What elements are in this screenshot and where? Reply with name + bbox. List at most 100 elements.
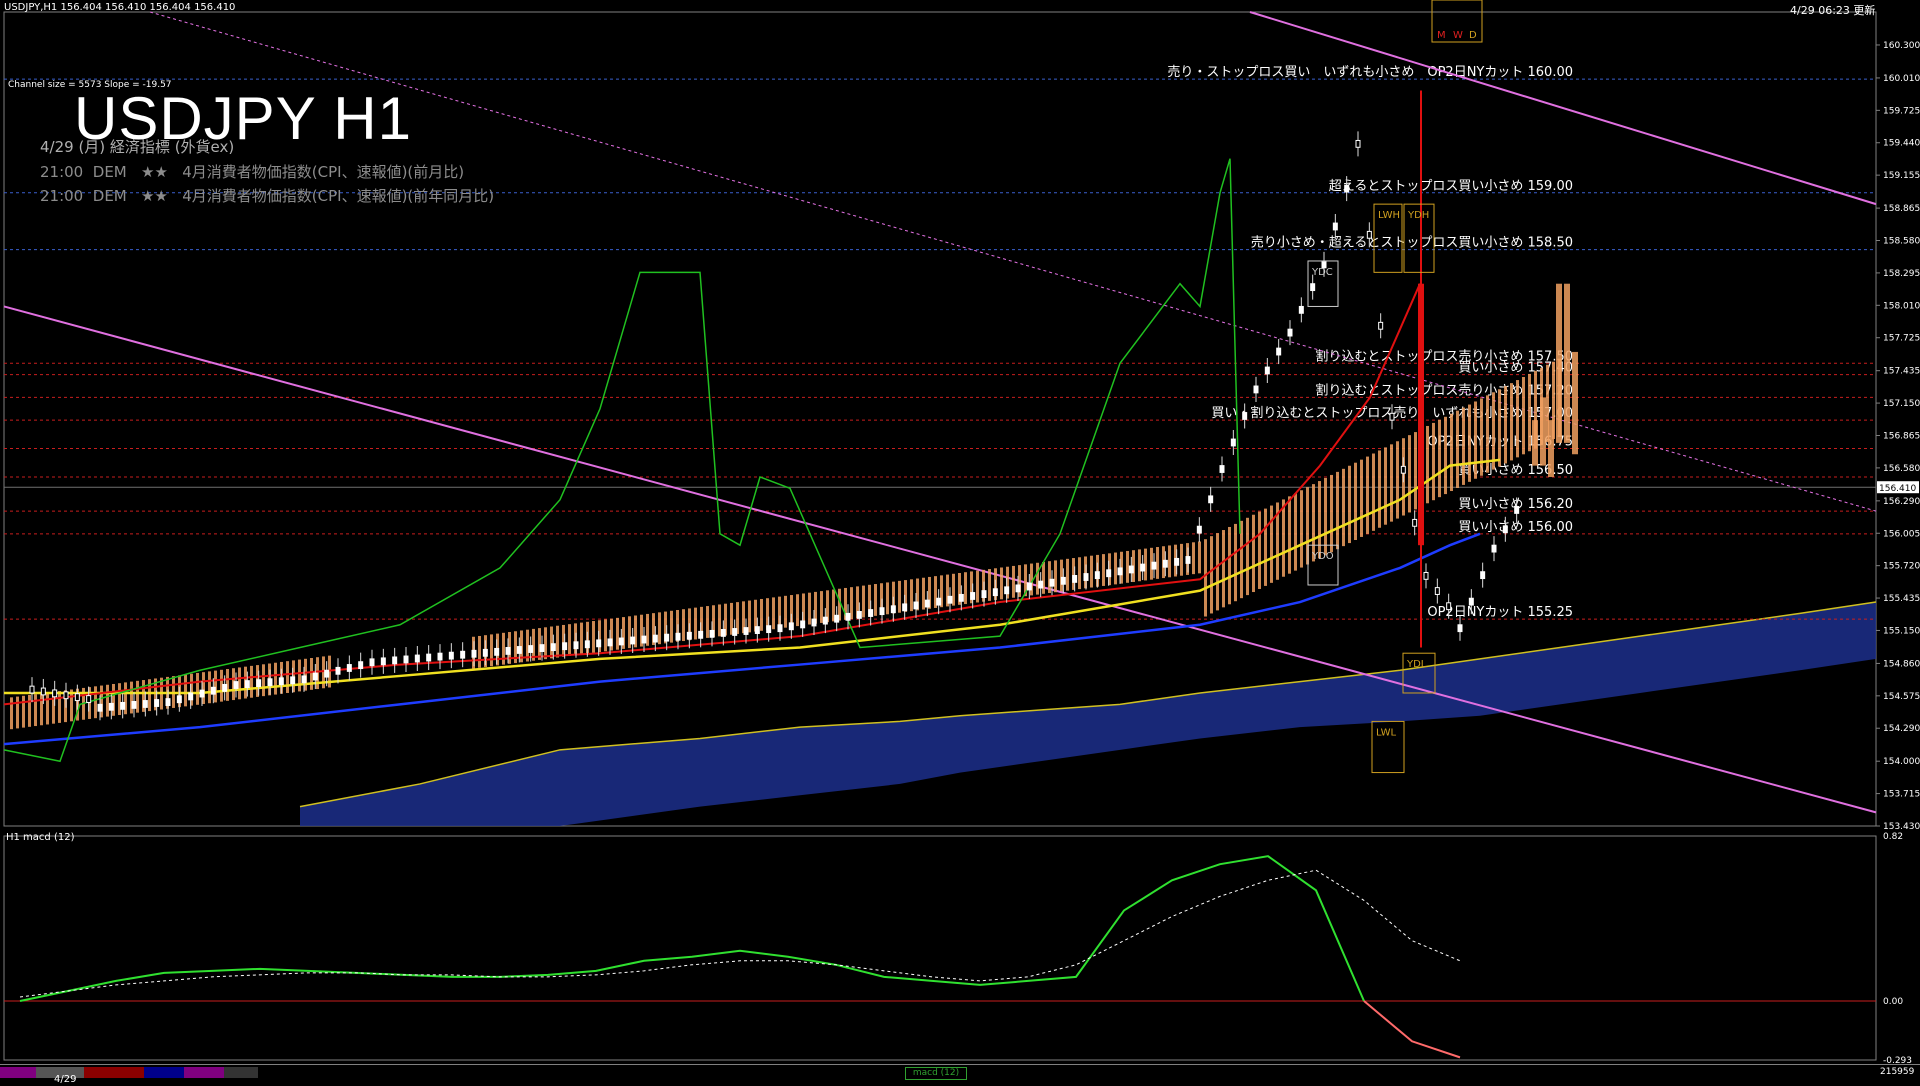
tab-segment[interactable] [144, 1067, 184, 1078]
y-tick-label: 155.435 [1883, 594, 1920, 604]
candle [494, 647, 500, 656]
candle [1026, 582, 1032, 591]
orange-bar [1126, 550, 1129, 583]
candle [1185, 556, 1191, 564]
mwd-label: D [1469, 30, 1477, 41]
orange-bar [1252, 514, 1255, 593]
candle [1253, 385, 1259, 394]
orange-bar [604, 619, 607, 652]
y-tick-label: 156.865 [1883, 431, 1920, 441]
candle [471, 649, 477, 658]
box-ydh-label: YDH [1407, 210, 1429, 221]
candle [358, 661, 364, 670]
candle [1434, 587, 1440, 595]
orange-bar [550, 626, 553, 659]
orange-bar [1102, 554, 1105, 586]
candle [1480, 571, 1486, 580]
y-tick-label: 157.150 [1883, 399, 1920, 409]
mwd-label: W [1453, 30, 1463, 41]
tab-segment[interactable] [224, 1067, 258, 1078]
candle [970, 592, 976, 600]
candle [380, 657, 386, 666]
candle [1332, 222, 1338, 231]
forecast-bar [1540, 397, 1546, 466]
orange-bar [112, 683, 115, 716]
candle [63, 691, 69, 700]
orange-bar [694, 607, 697, 640]
y-tick-label: 157.725 [1883, 334, 1920, 344]
level-label: 売り・ストップロス買い いずれも小さめ OP2日NYカット 160.00 [1167, 64, 1573, 80]
orange-bar [1414, 432, 1417, 510]
y-tick-label: 158.580 [1883, 237, 1920, 247]
orange-bar [760, 598, 763, 631]
candle [856, 611, 862, 619]
candle [392, 656, 398, 665]
orange-bar [58, 691, 61, 723]
orange-bar [1498, 389, 1501, 467]
events-heading: 4/29 (月) 経済指標 (外貨ex) [40, 138, 235, 156]
orange-bar [1282, 499, 1285, 577]
candle [981, 590, 987, 598]
candle [188, 692, 194, 701]
candle [573, 641, 579, 650]
level-label: 超えるとストップロス買い小さめ 159.00 [1329, 179, 1573, 194]
orange-bar [808, 592, 811, 625]
orange-bar [1510, 383, 1513, 461]
candle [539, 644, 545, 652]
orange-bar [1090, 555, 1093, 588]
candle [1219, 465, 1225, 473]
y-tick-label: 156.005 [1883, 529, 1920, 539]
y-tick-label: 156.580 [1883, 464, 1920, 474]
candle [1502, 525, 1508, 534]
y-tick-label: 153.715 [1883, 790, 1920, 800]
orange-bar [1504, 386, 1507, 464]
orange-bar [310, 658, 313, 690]
candle [335, 666, 341, 675]
orange-bar [556, 625, 559, 658]
candle [301, 675, 307, 684]
orange-bar [922, 577, 925, 610]
tab-segment[interactable] [0, 1067, 36, 1078]
orange-bar [964, 572, 967, 605]
candle [924, 599, 930, 608]
candle [74, 693, 80, 702]
candle [800, 620, 806, 629]
orange-bar [1066, 558, 1069, 591]
candle [369, 658, 375, 667]
orange-bar [976, 570, 979, 603]
orange-bar [1408, 435, 1411, 513]
candle [1049, 578, 1055, 587]
orange-bar [1342, 468, 1345, 547]
level-label: 買い小さめ 156.00 [1458, 520, 1573, 535]
orange-bar [862, 585, 865, 618]
candle [29, 685, 35, 694]
orange-bar [1330, 474, 1333, 553]
tab-segment[interactable] [84, 1067, 144, 1078]
event-row-1: 21:00 DEM ★★ 4月消費者物価指数(CPI、速報値)(前月比) [40, 163, 465, 181]
orange-bar [1288, 496, 1291, 574]
ma-yellow [4, 458, 1501, 695]
candle [1208, 495, 1214, 504]
y-tick-label: 155.720 [1883, 562, 1920, 572]
macd-tab[interactable]: macd (12) [905, 1067, 967, 1080]
orange-bar [1036, 562, 1039, 595]
orange-bar [286, 661, 289, 693]
orange-bar [478, 635, 481, 668]
channel-upper [1249, 11, 1877, 206]
candle [1400, 465, 1406, 474]
candle [1264, 366, 1270, 375]
orange-bar [1474, 401, 1477, 479]
y-tick-label: 159.725 [1883, 106, 1920, 116]
orange-bar [262, 664, 265, 697]
candle [902, 603, 908, 612]
box-ydc-label: YDC [1311, 267, 1333, 278]
orange-bar [298, 659, 301, 692]
y-tick-label: 153.430 [1883, 822, 1920, 832]
orange-bar [1168, 545, 1171, 578]
tab-date[interactable]: 4/29 [36, 1067, 84, 1085]
orange-bar [898, 580, 901, 613]
forecast-bar [1556, 283, 1562, 443]
chart-window[interactable]: 160.300 160.010 159.725 159.440 159.155 158.8… [0, 0, 1920, 1085]
orange-bar [22, 695, 25, 728]
tab-segment[interactable] [184, 1067, 224, 1078]
